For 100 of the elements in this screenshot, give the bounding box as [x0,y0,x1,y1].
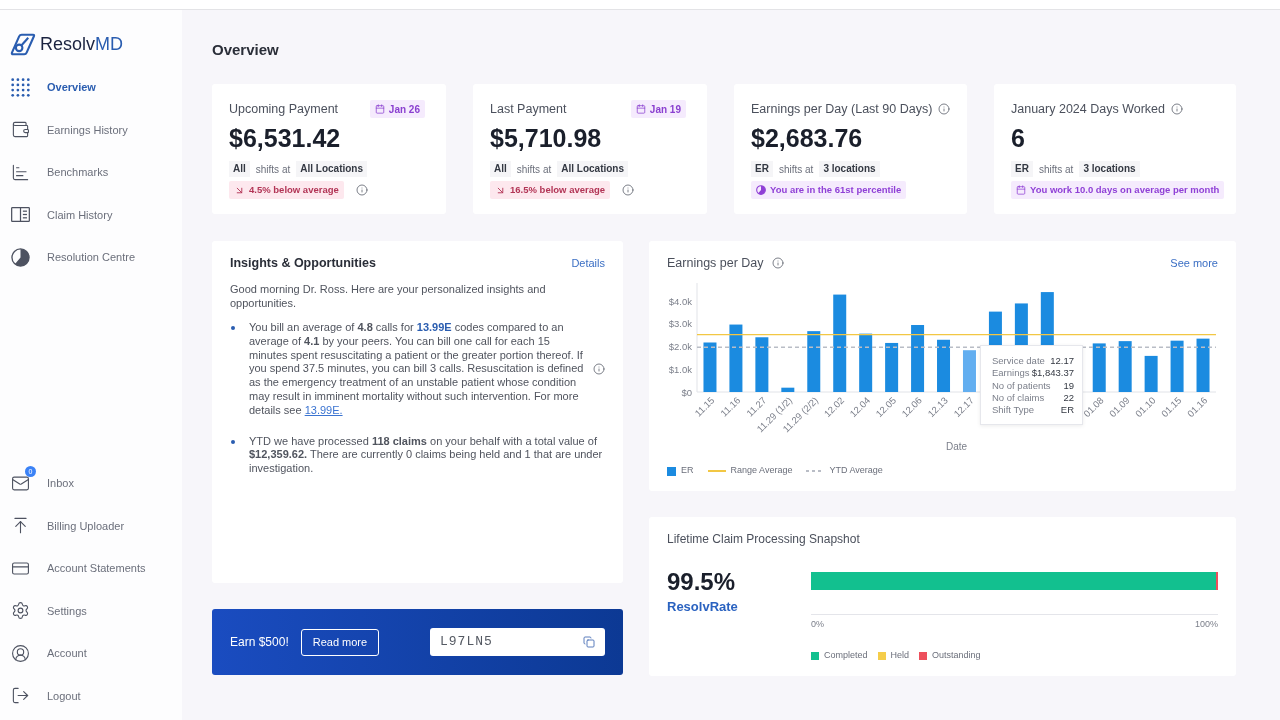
book-icon [11,205,30,225]
card-amount: $2,683.76 [751,123,863,153]
shift-type-label: ER [1011,161,1033,177]
info-icon[interactable] [1171,103,1184,115]
insight-text: YTD we have processed 118 claims on your behalf with a total value of $12,359.62. There are currently 0 claims being held and 1 that are under investigation. [249,434,604,476]
pie-chart-icon [11,247,30,267]
tooltip-label: Earnings [992,366,1030,381]
code-link[interactable]: 13.99E. [304,403,343,416]
chart-bar [755,337,769,392]
nav-item[interactable]: Claim History [0,193,182,236]
shift-type-label: All [490,161,511,177]
average-text: You work 10.0 days on average per month [1030,182,1220,197]
line-icon [707,470,726,472]
card-amount: $5,710.98 [490,123,602,153]
tooltip-value: 22 [1063,390,1074,405]
logout-icon [11,686,30,706]
y-tick-label: $4.0k [668,295,692,307]
tooltip-value: $1,843.37 [1031,366,1074,381]
legend-label: Completed [824,649,868,663]
card-title: Lifetime Claim Processing Snapshot [667,532,860,546]
legend-label: ER [681,464,694,478]
shifts-text: shifts at [1038,162,1074,177]
location-label: All Locations [557,161,629,177]
shift-type-label: All [229,161,250,177]
dot-grid-icon [11,77,30,97]
bar-chart-icon [11,162,30,182]
tooltip-value: 12.17 [1050,354,1074,369]
read-more-button[interactable]: Read more [300,628,380,656]
shifts-text: shifts at [516,162,552,177]
nav-item[interactable]: Account Statements [0,547,182,590]
nav-item[interactable]: Resolution Centre [0,236,182,279]
location-label: All Locations [296,161,368,177]
promo-text: Earn $500! [230,634,289,651]
bullet-icon [231,326,235,330]
insight-text: You bill an average of 4.8 calls for 13.99E codes compared to an average of 4.1 by your peers. You can bill one call for each 15 minutes spent resuscitating a patient or the greater portion thereof. If you spend 37.5 minutes, you can bill 3 calls. Resuscitation is defined as the emergency treatment of an unstable patient whose condition may result in imminent mortality without such intervention. For more details see 13.99E. [249,321,585,418]
bullet-icon [231,439,235,444]
pie-chart-icon [756,185,766,195]
settings-icon [11,601,30,621]
legend-label: Held [890,649,910,663]
wallet-icon [11,120,30,140]
legend-label: YTD Average [829,464,883,478]
chart-bar [937,339,951,392]
tooltip-label: No of claims [992,391,1045,405]
payment-date: Jan 26 [388,102,420,117]
info-icon[interactable] [593,363,605,376]
card-title: Earnings per Day [667,254,764,272]
see-more-link[interactable]: See more [1170,254,1218,272]
card-title: Insights & Opportunities [230,254,376,272]
shifts-text: shifts at [255,162,291,177]
payment-date: Jan 19 [649,102,681,117]
chart-bar [885,342,899,392]
greeting-text: Good morning Dr. Ross. Here are your personalized insights and opportunities. [230,282,547,310]
nav-item[interactable]: Settings [0,589,182,632]
tooltip-value: ER [1060,403,1074,418]
shift-type-label: ER [751,161,773,177]
trend-text: 16.5% below average [510,182,606,197]
scale-label: 100% [1194,619,1218,630]
x-axis-title: Date [945,441,968,452]
copy-icon[interactable] [583,636,595,648]
chart-bar [1144,355,1158,392]
card-title: Earnings per Day (Last 90 Days) [751,100,933,118]
shifts-text: shifts at [778,162,814,177]
trend-text: 4.5% below average [249,182,339,197]
percentile-text: You are in the 61st percentile [770,182,902,197]
legend-label: Outstanding [932,649,981,663]
chart-bar [729,324,743,392]
chart-bar [859,333,873,392]
brand-name: ResolvMD [40,33,124,56]
nav-item[interactable]: Billing Uploader [0,504,182,547]
location-label: 3 locations [819,161,880,177]
user-circle-icon [11,643,30,663]
chart-bar [807,331,821,392]
nav-item[interactable]: Logout [0,674,182,717]
chart-bar [1196,338,1210,392]
card-title: Upcoming Payment [229,100,339,118]
card-amount: 6 [1011,123,1025,153]
location-label: 3 locations [1079,161,1140,177]
legend-label: Range Average [730,464,793,478]
nav-item[interactable]: Benchmarks [0,151,182,194]
referral-code-field[interactable]: L97LN5 [430,628,605,656]
chart-bar [1118,341,1132,392]
chart-bar [1170,340,1184,392]
chart-bar [963,350,976,392]
info-icon[interactable] [622,184,635,196]
nav-item[interactable]: Overview [0,66,182,109]
logo-icon [9,32,36,56]
tooltip-label: Shift Type [992,403,1035,418]
info-icon[interactable] [938,103,951,115]
info-icon[interactable] [355,184,368,196]
nav-item[interactable]: Earnings History [0,108,182,151]
info-icon[interactable] [771,257,784,269]
legend-swatch-icon [667,466,676,476]
chart-bar [1092,343,1106,392]
resolv-rate-value: 99.5% [667,568,736,596]
scale-label: 0% [811,619,824,630]
card-title: Last Payment [490,100,567,118]
details-link[interactable]: Details [571,254,605,272]
calendar-icon [374,104,385,114]
card-title: January 2024 Days Worked [1011,100,1166,118]
nav-item[interactable]: Account [0,632,182,675]
